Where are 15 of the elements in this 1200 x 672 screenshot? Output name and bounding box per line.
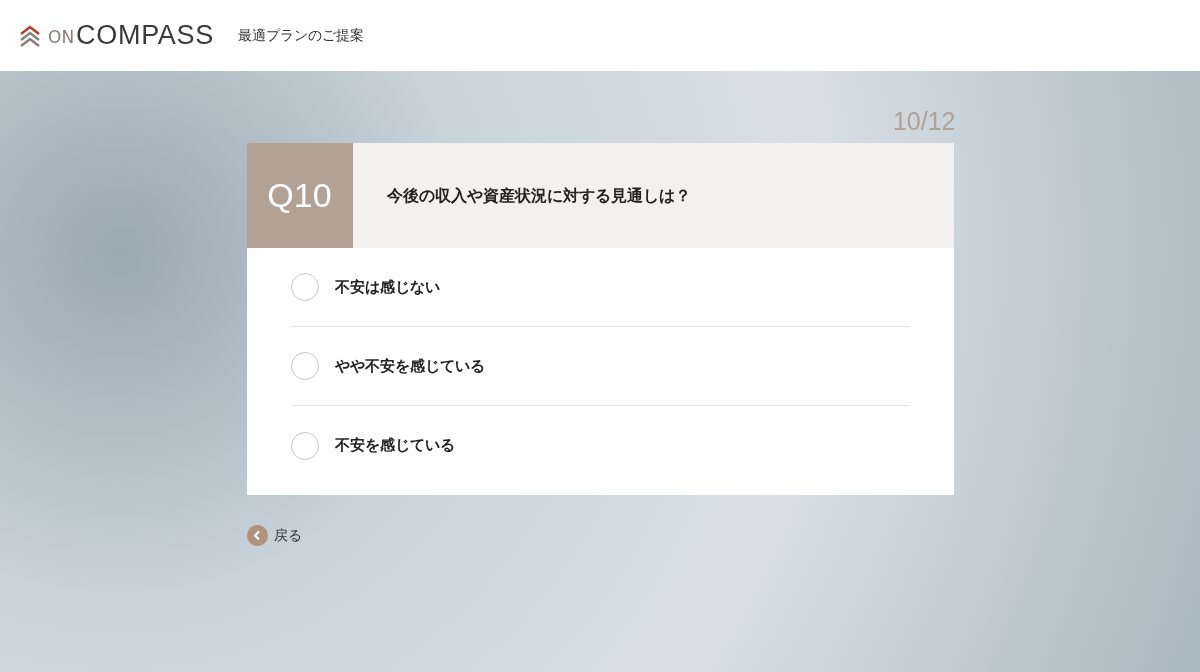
progress-counter: 10/12 [892, 106, 956, 137]
logo-icon [18, 23, 42, 48]
answer-option[interactable]: 不安を感じている [290, 406, 910, 485]
logo-name: COMPASS [76, 19, 214, 53]
question-text: 今後の収入や資産状況に対する見通しは？ [386, 184, 691, 207]
answer-option[interactable]: やや不安を感じている [290, 327, 910, 406]
chevron-left-icon [246, 525, 268, 546]
page-title: 最適プランのご提案 [237, 26, 364, 45]
answer-option[interactable]: 不安は感じない [290, 248, 910, 327]
radio-button[interactable] [290, 352, 319, 380]
question-number: Q10 [246, 143, 353, 248]
back-link[interactable]: 戻る [246, 525, 302, 546]
radio-button[interactable] [290, 273, 319, 301]
logo-prefix: ON [48, 25, 75, 49]
radio-button[interactable] [290, 431, 319, 460]
